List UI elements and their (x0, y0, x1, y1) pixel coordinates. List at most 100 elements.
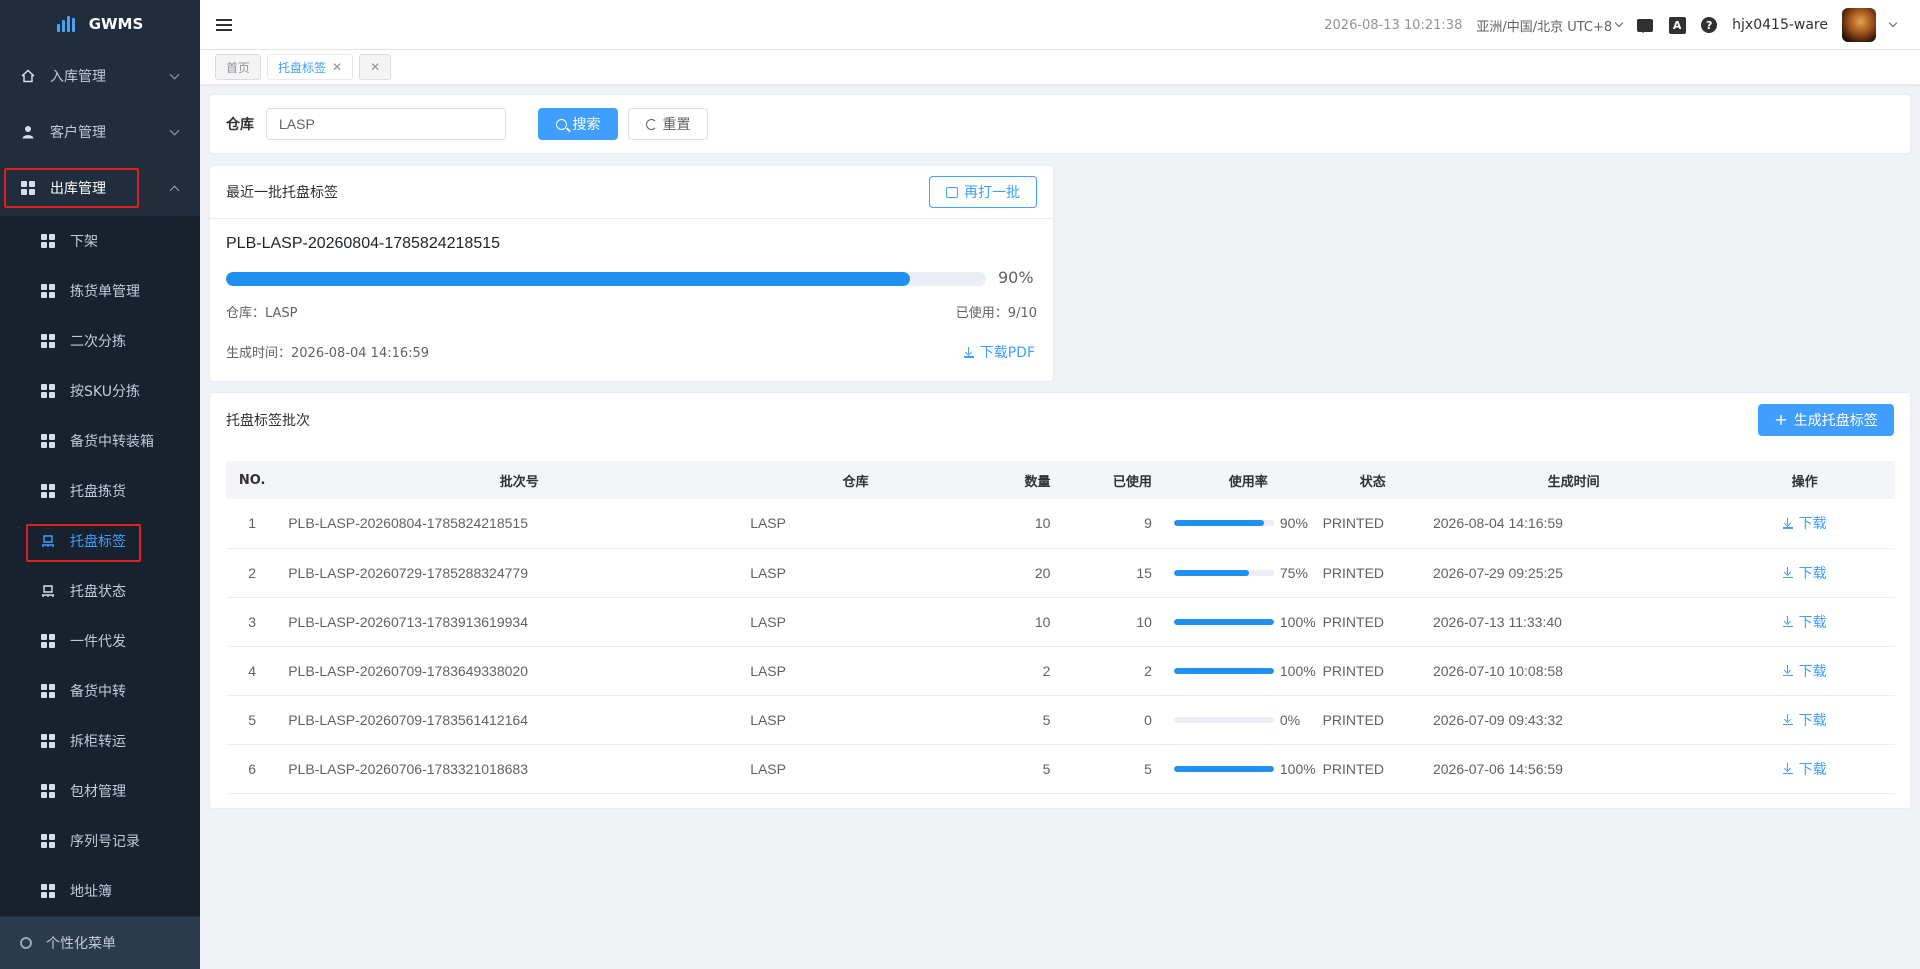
download-link[interactable]: 下载 (1782, 563, 1827, 583)
download-link[interactable]: 下载 (1782, 710, 1827, 730)
submenu-label: 按SKU分拣 (70, 384, 140, 400)
grid-icon (40, 234, 56, 248)
close-icon[interactable]: ✕ (332, 60, 342, 74)
row-no: 5 (248, 711, 256, 728)
search-button-label: 搜索 (572, 117, 601, 133)
submenu-label: 备货中转 (70, 684, 126, 700)
chevron-down-icon (169, 125, 180, 136)
download-label: 下载 (1798, 613, 1827, 630)
batch-list-header: 托盘标签批次 + 生成托盘标签 (210, 393, 1910, 447)
app-logo[interactable]: GWMS (0, 0, 200, 48)
tab-home[interactable]: 首页 (215, 54, 262, 80)
menu-outbound[interactable]: 出库管理 (0, 160, 200, 216)
submenu-item-serial-records[interactable]: 序列号记录 (0, 816, 200, 866)
row-no: 3 (248, 613, 256, 630)
reprint-label: 再打一批 (964, 185, 1020, 201)
reprint-button[interactable]: 再打一批 (929, 176, 1037, 208)
row-usage-rate: 100% (1162, 646, 1323, 695)
header-right: 2026-08-13 10:21:38 亚洲/中国/北京 UTC+8 A ? h… (1324, 0, 1898, 50)
refresh-icon (645, 118, 657, 130)
top-header: 2026-08-13 10:21:38 亚洲/中国/北京 UTC+8 A ? h… (200, 0, 1920, 50)
submenu-item-picklist[interactable]: 拣货单管理 (0, 266, 200, 316)
highlight-box (4, 168, 139, 208)
chevron-down-icon (1614, 18, 1624, 28)
download-link[interactable]: 下载 (1782, 612, 1827, 632)
custom-menu-button[interactable]: 个性化菜单 (0, 917, 200, 969)
message-button[interactable] (1636, 16, 1654, 34)
submenu-item-stock-transfer[interactable]: 备货中转 (0, 666, 200, 716)
submenu-item-devanning[interactable]: 拆柜转运 (0, 716, 200, 766)
grid-icon (40, 734, 56, 748)
submenu-item-transfer-packing[interactable]: 备货中转装箱 (0, 416, 200, 466)
help-button[interactable]: ? (1700, 16, 1718, 34)
grid-icon (40, 284, 56, 298)
close-all-tabs-button[interactable]: ✕ (359, 54, 392, 80)
chevron-down-icon[interactable] (1888, 18, 1898, 28)
menu-inbound[interactable]: 入库管理 (0, 48, 200, 104)
batch-table: NO. 批次号 仓库 数量 已使用 使用率 状态 生成时间 操作 1 PLB-LA… (226, 461, 1895, 794)
submenu-item-dropship[interactable]: 一件代发 (0, 616, 200, 666)
table-row: 6 PLB-LASP-20260706-1783321018683 LASP 5 5 10… (226, 744, 1895, 793)
warehouse-input[interactable]: LASP (266, 108, 506, 140)
submenu-item-address-book[interactable]: 地址簿 (0, 866, 200, 916)
col-quantity: 数量 (1024, 474, 1051, 490)
submenu-item-pallet-status[interactable]: 托盘状态 (0, 566, 200, 616)
sidebar-toggle-icon[interactable] (216, 18, 232, 31)
tab-pallet-label[interactable]: 托盘标签 ✕ (267, 54, 354, 80)
col-no: NO. (238, 472, 266, 488)
row-status: PRINTED (1322, 564, 1385, 581)
menu-customer[interactable]: 客户管理 (0, 104, 200, 160)
row-used: 10 (1136, 613, 1152, 630)
row-batch-number: PLB-LASP-20260729-1785288324779 (288, 564, 528, 581)
submenu-label: 下架 (70, 234, 98, 250)
grid-icon (40, 434, 56, 448)
submenu-item-packaging[interactable]: 包材管理 (0, 766, 200, 816)
batch-table-body: 1 PLB-LASP-20260804-1785824218515 LASP 10 9 9… (226, 499, 1895, 793)
download-pdf-link[interactable]: 下载PDF (963, 342, 1035, 362)
submenu-item-pallet-label[interactable]: 托盘标签 (0, 516, 200, 566)
submenu-item-secondary-sort[interactable]: 二次分拣 (0, 316, 200, 366)
submenu-label: 二次分拣 (70, 334, 126, 350)
usage-bar-fill (1173, 667, 1274, 674)
reset-button[interactable]: 重置 (628, 108, 708, 140)
table-row: 2 PLB-LASP-20260729-1785288324779 LASP 20 15… (226, 548, 1895, 597)
row-created-time: 2026-07-10 10:08:58 (1432, 662, 1563, 679)
row-quantity: 5 (1042, 711, 1051, 728)
row-warehouse: LASP (750, 711, 786, 728)
row-status: PRINTED (1322, 760, 1385, 777)
submenu-label: 备货中转装箱 (70, 434, 154, 450)
search-button[interactable]: 搜索 (538, 108, 618, 140)
chevron-up-icon (169, 185, 180, 196)
download-link[interactable]: 下载 (1782, 661, 1827, 681)
download-link[interactable]: 下载 (1782, 759, 1827, 779)
download-icon (1782, 763, 1793, 774)
submenu-item-pallet-picking[interactable]: 托盘拣货 (0, 466, 200, 516)
avatar[interactable] (1842, 8, 1876, 42)
row-batch-number: PLB-LASP-20260706-1783321018683 (288, 760, 528, 777)
sidebar: GWMS 入库管理 客户管理 出库管理 下架 拣货单管理 二次分拣 按SKU分拣… (0, 0, 200, 969)
row-actions: 下载 (1714, 646, 1895, 695)
latest-progress-text: 90% (998, 268, 1034, 287)
row-quantity: 10 (1034, 515, 1051, 532)
translate-icon: A (1668, 16, 1686, 34)
usage-bar (1173, 569, 1274, 576)
download-link[interactable]: 下载 (1782, 513, 1827, 533)
latest-batch-card: 最近一批托盘标签 再打一批 PLB-LASP-20260804-17858242… (209, 165, 1054, 382)
timezone-select[interactable]: 亚洲/中国/北京 UTC+8 (1476, 16, 1624, 35)
translate-button[interactable]: A (1668, 16, 1686, 34)
usage-bar (1173, 618, 1274, 625)
row-batch-number: PLB-LASP-20260804-1785824218515 (288, 515, 528, 532)
submenu-item-sku-sort[interactable]: 按SKU分拣 (0, 366, 200, 416)
create-pallet-label-button[interactable]: + 生成托盘标签 (1758, 404, 1894, 436)
username[interactable]: hjx0415-ware (1732, 17, 1828, 33)
row-quantity: 2 (1042, 662, 1051, 679)
col-status: 状态 (1359, 474, 1386, 490)
timezone-label: 亚洲/中国/北京 UTC+8 (1476, 19, 1613, 35)
row-batch-number: PLB-LASP-20260709-1783561412164 (288, 711, 528, 728)
submenu-item-unshelve[interactable]: 下架 (0, 216, 200, 266)
tags-view: 首页 托盘标签 ✕ ✕ (200, 50, 1920, 84)
gear-icon (20, 937, 32, 949)
row-usage-rate: 90% (1162, 499, 1323, 548)
home-icon (20, 69, 36, 83)
row-actions: 下载 (1714, 695, 1895, 744)
